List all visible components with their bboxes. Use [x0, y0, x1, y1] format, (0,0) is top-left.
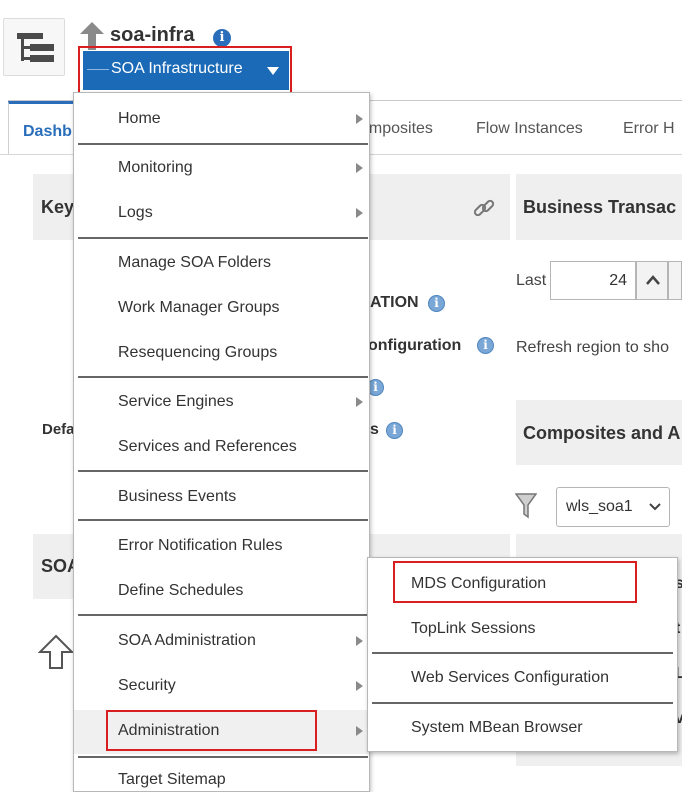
business-transactions-title: Business Transac — [523, 197, 677, 217]
ation-label: ATION — [370, 294, 419, 311]
soa-infrastructure-menu: Home Monitoring Logs Manage SOA Folders … — [73, 92, 370, 792]
menu-item-services-and-references[interactable]: Services and References — [74, 425, 369, 467]
menu-item-label: Home — [118, 110, 161, 127]
menu-item-label: Error Notification Rules — [118, 537, 283, 554]
menu-item-error-notification-rules[interactable]: Error Notification Rules — [74, 524, 369, 566]
tab-dashboard-label: Dashb — [23, 123, 72, 140]
s-label: s — [370, 421, 379, 438]
menu-separator — [78, 237, 368, 239]
menu-item-logs[interactable]: Logs — [74, 191, 369, 233]
menu-item-business-events[interactable]: Business Events — [74, 475, 369, 517]
menu-item-label: SOA Administration — [118, 632, 256, 649]
tab-flow-instances[interactable]: Flow Instances — [476, 120, 583, 138]
increment-button[interactable] — [636, 261, 668, 300]
up-outline-arrow-icon[interactable] — [38, 634, 74, 670]
submenu-item-toplink-sessions[interactable]: TopLink Sessions — [368, 607, 677, 649]
menu-item-resequencing-groups[interactable]: Resequencing Groups — [74, 331, 369, 373]
submenu-arrow-icon — [356, 208, 363, 218]
menu-item-manage-soa-folders[interactable]: Manage SOA Folders — [74, 241, 369, 283]
page-title: soa-infra — [110, 24, 195, 46]
info-icon[interactable] — [428, 295, 445, 312]
info-icon[interactable] — [386, 422, 403, 439]
menu-item-label: Security — [118, 677, 176, 694]
submenu-arrow-icon — [356, 681, 363, 691]
highlight-box-administration — [106, 710, 317, 751]
menu-item-target-sitemap[interactable]: Target Sitemap — [74, 758, 369, 792]
menu-item-monitoring[interactable]: Monitoring — [74, 146, 369, 188]
submenu-item-label: System MBean Browser — [411, 719, 583, 736]
last-label: Last — [516, 272, 547, 289]
menu-item-work-manager-groups[interactable]: Work Manager Groups — [74, 286, 369, 328]
refresh-text: Refresh region to sho — [516, 339, 669, 356]
menu-item-label: Target Sitemap — [118, 771, 226, 788]
menu-separator — [372, 652, 673, 654]
decrement-button[interactable] — [668, 261, 682, 300]
link-icon[interactable] — [472, 196, 496, 220]
menu-separator — [78, 470, 368, 472]
menu-item-label: Logs — [118, 204, 153, 221]
navigator-tree-icon — [17, 33, 54, 62]
menu-separator — [78, 614, 368, 616]
highlight-box-target-button — [78, 46, 292, 95]
chevron-up-icon — [646, 275, 660, 285]
menu-item-label: Work Manager Groups — [118, 299, 280, 316]
submenu-arrow-icon — [356, 114, 363, 124]
tab-composites[interactable]: omposites — [360, 120, 433, 138]
default-label: Defa — [42, 421, 75, 438]
submenu-item-system-mbean-browser[interactable]: System MBean Browser — [368, 706, 677, 748]
navigator-toggle-button[interactable] — [3, 18, 65, 76]
menu-separator — [78, 143, 368, 145]
server-select-value: wls_soa1 — [566, 498, 633, 515]
chevron-down-icon — [649, 503, 661, 511]
submenu-arrow-icon — [356, 636, 363, 646]
composites-panel-title: Composites and A — [523, 423, 681, 443]
info-icon[interactable] — [477, 337, 494, 354]
submenu-item-web-services-configuration[interactable]: Web Services Configuration — [368, 656, 677, 698]
menu-item-soa-administration[interactable]: SOA Administration — [74, 619, 369, 661]
menu-item-label: Service Engines — [118, 393, 234, 410]
highlight-box-mds-configuration — [393, 561, 637, 603]
menu-item-define-schedules[interactable]: Define Schedules — [74, 569, 369, 611]
menu-item-label: Resequencing Groups — [118, 344, 278, 361]
menu-separator — [78, 376, 368, 378]
menu-item-label: Monitoring — [118, 159, 193, 176]
menu-separator — [372, 702, 673, 704]
key-panel-title: Key — [41, 197, 75, 217]
configuration-label: onfiguration — [368, 337, 462, 354]
menu-item-label: Business Events — [118, 488, 237, 505]
info-icon[interactable]: i — [213, 29, 231, 47]
menu-item-security[interactable]: Security — [74, 664, 369, 706]
submenu-item-label: TopLink Sessions — [411, 620, 536, 637]
tab-error-hospital[interactable]: Error H — [623, 120, 675, 138]
submenu-arrow-icon — [356, 163, 363, 173]
menu-item-label: Define Schedules — [118, 582, 244, 599]
filter-icon[interactable] — [515, 493, 537, 519]
last-hours-input[interactable]: 24 — [550, 261, 636, 300]
submenu-item-label: Web Services Configuration — [411, 669, 610, 686]
submenu-arrow-icon — [356, 397, 363, 407]
menu-item-home[interactable]: Home — [74, 97, 369, 139]
menu-item-label: Services and References — [118, 438, 297, 455]
menu-item-service-engines[interactable]: Service Engines — [74, 380, 369, 422]
menu-separator — [78, 519, 368, 521]
menu-item-label: Manage SOA Folders — [118, 254, 271, 271]
submenu-arrow-icon — [356, 726, 363, 736]
server-select[interactable]: wls_soa1 — [556, 487, 670, 527]
